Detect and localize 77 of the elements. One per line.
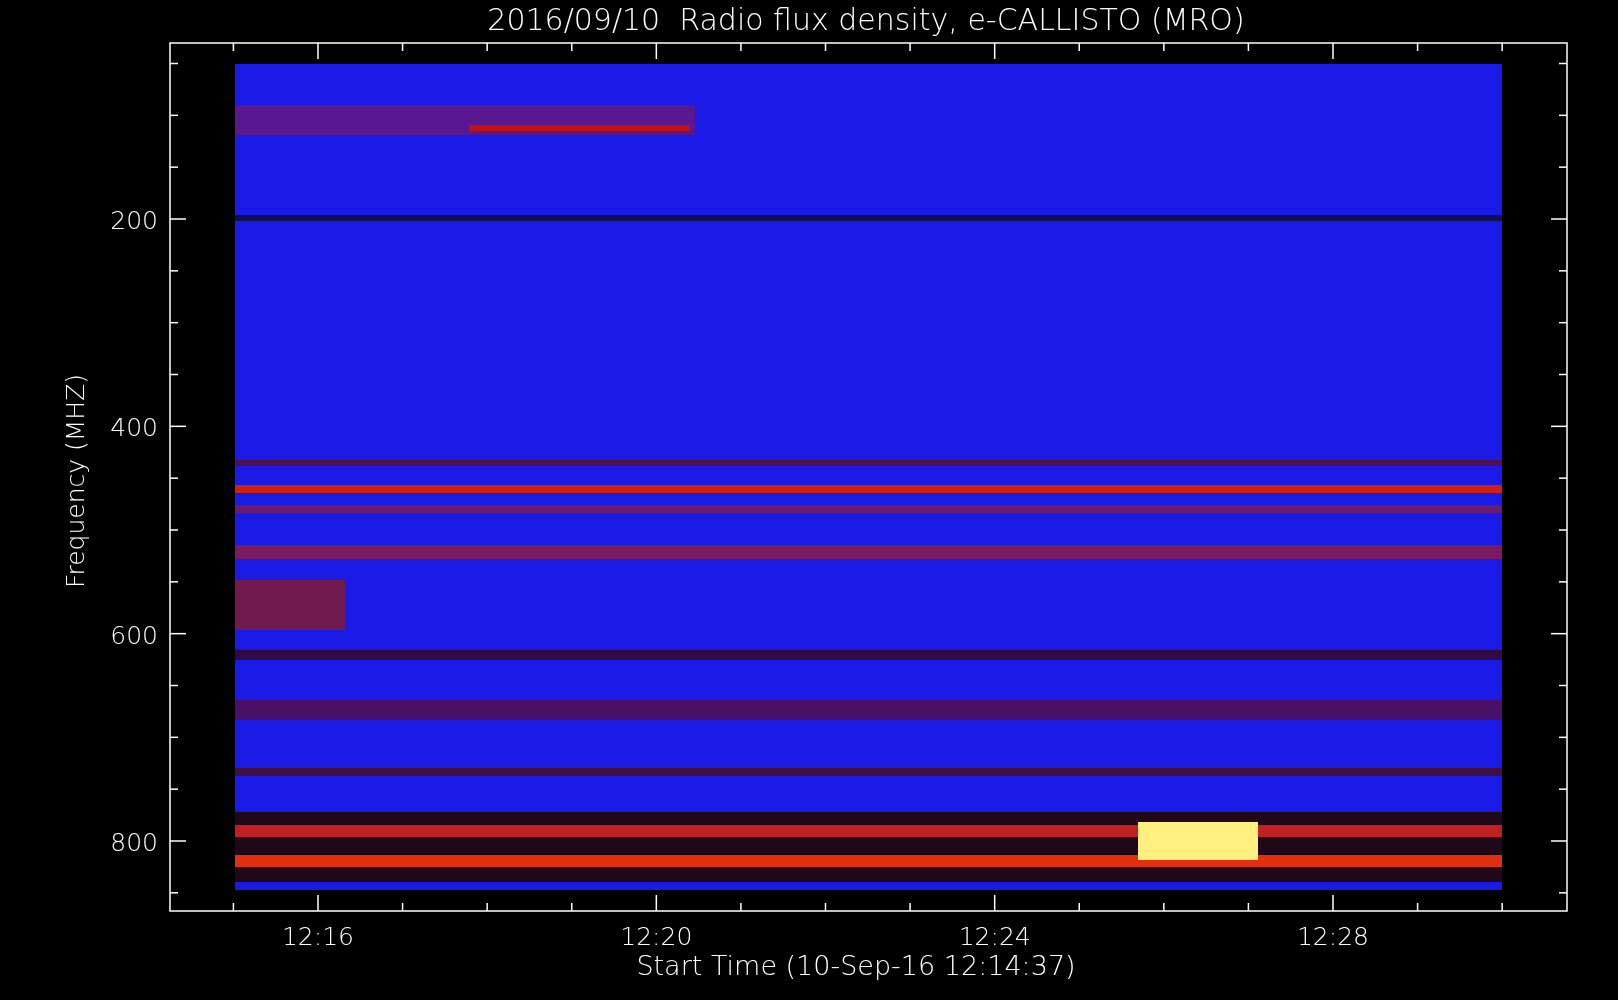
tick-mark [1163, 42, 1165, 52]
tick-mark [1163, 902, 1165, 912]
tick-label: 12:28 [1297, 922, 1369, 951]
tick-mark [169, 684, 179, 687]
tick-mark [169, 788, 179, 790]
tick-mark [169, 62, 179, 65]
tick-mark [169, 218, 187, 220]
tick-label: 12:24 [958, 922, 1031, 951]
tick-mark [1558, 477, 1568, 479]
tick-label: 800 [110, 828, 158, 857]
tick-mark [1416, 902, 1419, 912]
tick-mark [1247, 42, 1250, 52]
tick-mark [169, 270, 179, 272]
chart-title: 2016/09/10 Radio flux density, e-CALLISTO (MRO) [487, 2, 1245, 37]
tick-label: 12:20 [620, 922, 693, 951]
axis-title: Frequency (MHZ) [61, 373, 90, 589]
tick-mark [169, 166, 179, 168]
tick-mark [1501, 902, 1503, 912]
tick-mark [169, 321, 179, 324]
tick-label: 200 [110, 206, 158, 235]
tick-mark [993, 894, 996, 912]
tick-mark [1558, 373, 1568, 376]
tick-mark [655, 894, 658, 912]
tick-mark [169, 529, 179, 531]
tick-mark [1558, 62, 1568, 65]
tick-mark [1247, 902, 1250, 912]
tick-mark [1550, 840, 1568, 842]
tick-mark [655, 42, 658, 60]
tick-mark [824, 902, 827, 912]
tick-mark [1558, 114, 1568, 117]
tick-mark [317, 894, 319, 912]
tick-mark [1078, 902, 1080, 912]
tick-mark [232, 42, 235, 52]
tick-mark [824, 42, 827, 52]
tick-mark [1550, 425, 1568, 428]
tick-mark [740, 42, 742, 52]
tick-mark [317, 42, 319, 60]
tick-mark [1416, 42, 1419, 52]
tick-mark [993, 42, 996, 60]
tick-mark [401, 902, 404, 912]
tick-mark [1332, 42, 1334, 60]
tick-mark [486, 902, 488, 912]
tick-mark [1558, 321, 1568, 324]
tick-mark [571, 42, 573, 52]
tick-mark [169, 736, 179, 739]
tick-mark [169, 425, 187, 428]
tick-label: 400 [110, 413, 158, 443]
tick-mark [1558, 270, 1568, 272]
tick-mark [1558, 788, 1568, 790]
tick-mark [169, 114, 179, 117]
tick-mark [169, 581, 179, 583]
tick-mark [401, 42, 404, 52]
tick-mark [1558, 529, 1568, 531]
tick-mark [1078, 42, 1080, 52]
tick-mark [1550, 218, 1568, 220]
tick-mark [1558, 892, 1568, 894]
axis-title: Start Time (10-Sep-16 12:14:37) [636, 950, 1076, 981]
tick-mark [1558, 684, 1568, 687]
tick-mark [169, 632, 187, 635]
tick-mark [571, 902, 573, 912]
tick-mark [1558, 166, 1568, 168]
tick-mark [169, 840, 187, 842]
tick-mark [909, 902, 911, 912]
tick-mark [1332, 894, 1334, 912]
tick-mark [1558, 736, 1568, 739]
tick-mark [1558, 581, 1568, 583]
tick-label: 600 [110, 620, 158, 650]
tick-mark [909, 42, 911, 52]
tick-mark [1550, 632, 1568, 635]
tick-label: 12:16 [282, 922, 354, 951]
tick-mark [1501, 42, 1503, 52]
tick-mark [740, 902, 742, 912]
tick-mark [169, 892, 179, 894]
tick-mark [232, 902, 235, 912]
tick-mark [169, 477, 179, 479]
tick-mark [169, 373, 179, 376]
tick-mark [486, 42, 488, 52]
